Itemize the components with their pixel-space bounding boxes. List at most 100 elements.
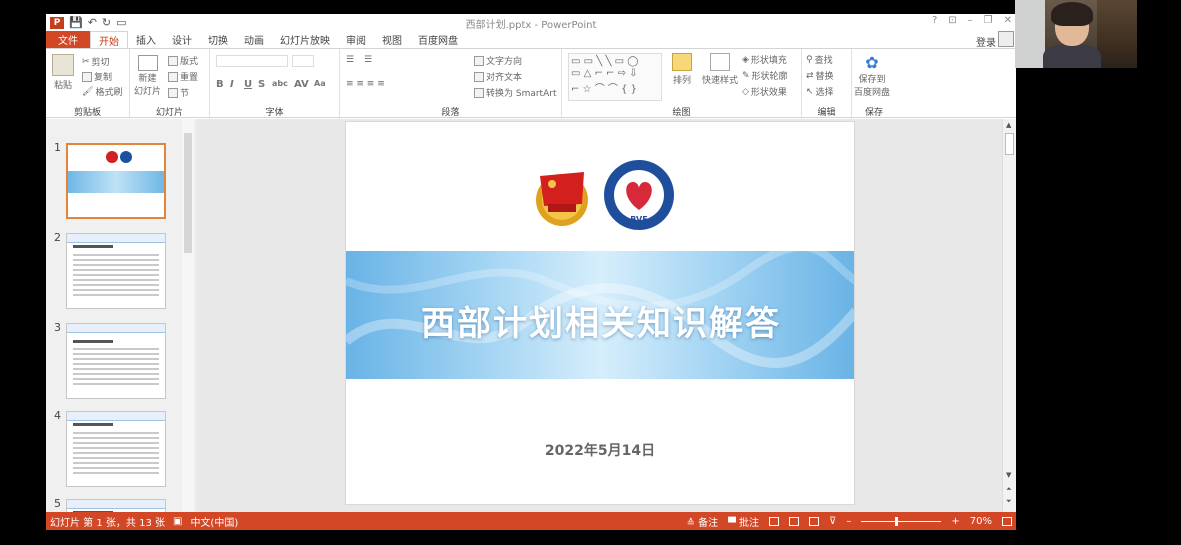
tab-design[interactable]: 设计 bbox=[164, 31, 200, 48]
shapes-gallery[interactable]: ▭ ▭ ╲ ╲ ▭ ◯ ▭ △ ⌐ ⌐ ⇨ ⇩ ⌐ ☆ ⌒ ⌒ { } bbox=[568, 53, 662, 101]
align-text-button[interactable]: 对齐文本 bbox=[474, 70, 522, 83]
fit-slide-icon[interactable] bbox=[1002, 517, 1012, 526]
window-controls: ? ⊡ – ❐ ✕ bbox=[932, 15, 1012, 26]
youth-league-logo-icon bbox=[106, 151, 118, 163]
language[interactable]: 中文(中国) bbox=[190, 514, 238, 529]
slide-thumbnail-4[interactable] bbox=[66, 411, 166, 487]
bvf-logo-icon: BVF bbox=[604, 160, 674, 230]
close-icon[interactable]: ✕ bbox=[1004, 15, 1012, 26]
shadow-button[interactable]: S bbox=[258, 79, 265, 90]
scroll-up-icon[interactable]: ▲ bbox=[1006, 121, 1011, 129]
editor-scrollbar[interactable]: ▲ ▼ ⏶ ⏷ bbox=[1002, 119, 1016, 512]
find-label: 查找 bbox=[814, 56, 833, 66]
font-name-box[interactable] bbox=[216, 55, 288, 67]
tab-file[interactable]: 文件 bbox=[46, 31, 90, 48]
format-painter-button[interactable]: 🖌 格式刷 bbox=[82, 85, 122, 99]
slide-thumbnail-1[interactable] bbox=[66, 143, 166, 219]
slideshow-icon[interactable]: ⊽ bbox=[829, 516, 836, 527]
slide-sorter-icon[interactable] bbox=[789, 517, 800, 526]
tab-home[interactable]: 开始 bbox=[90, 31, 128, 48]
undo-icon[interactable]: ↶ bbox=[88, 16, 97, 29]
tab-view[interactable]: 视图 bbox=[374, 31, 410, 48]
restore-icon[interactable]: ❐ bbox=[984, 15, 993, 26]
copy-button[interactable]: 复制 bbox=[82, 70, 112, 83]
strikethrough-button[interactable]: abc bbox=[272, 79, 288, 88]
bvf-logo-text: BVF bbox=[630, 215, 647, 224]
thumb-header bbox=[67, 324, 165, 333]
thumbnails-scrollbar[interactable] bbox=[182, 119, 194, 512]
arrange-button[interactable]: 排列 bbox=[672, 53, 692, 86]
zoom-slider-knob[interactable] bbox=[895, 517, 899, 526]
avatar[interactable] bbox=[998, 31, 1014, 47]
zoom-level[interactable]: 70% bbox=[970, 516, 992, 527]
tab-review[interactable]: 审阅 bbox=[338, 31, 374, 48]
layout-button[interactable]: 版式 bbox=[168, 54, 198, 67]
bold-button[interactable]: B bbox=[216, 79, 224, 90]
normal-view-icon[interactable] bbox=[769, 517, 780, 526]
smartart-label: 转换为 SmartArt bbox=[486, 89, 557, 99]
minimize-icon[interactable]: – bbox=[968, 15, 973, 26]
zoom-in-icon[interactable]: + bbox=[951, 516, 959, 527]
comments-button[interactable]: ▀ 批注 bbox=[728, 514, 759, 529]
prev-slide-icon[interactable]: ⏶ bbox=[1006, 485, 1012, 494]
current-slide[interactable]: BVF 西部计划相关知识解答 2022年5月14日 bbox=[345, 121, 855, 505]
replace-button[interactable]: ⇄ 替换 bbox=[806, 69, 834, 83]
shape-fill-button[interactable]: ◈ 形状填充 bbox=[742, 53, 787, 67]
arrange-icon bbox=[672, 53, 692, 71]
zoom-slider[interactable] bbox=[861, 517, 942, 526]
shape-outline-button[interactable]: ✎ 形状轮廓 bbox=[742, 69, 788, 83]
find-button[interactable]: ⚲ 查找 bbox=[806, 53, 833, 67]
new-slide-button[interactable]: 新建 幻灯片 bbox=[134, 55, 161, 97]
login-link[interactable]: 登录 bbox=[976, 34, 996, 49]
char-spacing-button[interactable]: AV bbox=[294, 79, 309, 90]
text-direction-label: 文字方向 bbox=[486, 57, 523, 67]
tab-animations[interactable]: 动画 bbox=[236, 31, 272, 48]
change-case-button[interactable]: Aa bbox=[314, 79, 326, 88]
redo-icon[interactable]: ↻ bbox=[102, 16, 111, 29]
save-to-baidu-button[interactable]: ✿ 保存到 百度网盘 bbox=[854, 53, 890, 98]
numbering-button[interactable]: ☰ bbox=[364, 55, 372, 65]
slide-thumbnail-3[interactable] bbox=[66, 323, 166, 399]
underline-button[interactable]: U bbox=[244, 79, 252, 90]
next-slide-icon[interactable]: ⏷ bbox=[1006, 497, 1012, 506]
comments-label: 批注 bbox=[739, 518, 760, 529]
tab-insert[interactable]: 插入 bbox=[128, 31, 164, 48]
slide-title[interactable]: 西部计划相关知识解答 bbox=[346, 296, 854, 345]
help-icon[interactable]: ? bbox=[932, 15, 937, 26]
webcam-person-hair bbox=[1051, 2, 1093, 26]
thumb-text-lines bbox=[73, 254, 159, 299]
tab-transitions[interactable]: 切换 bbox=[200, 31, 236, 48]
slide-date[interactable]: 2022年5月14日 bbox=[346, 440, 854, 460]
cut-button[interactable]: ✂ 剪切 bbox=[82, 55, 110, 69]
section-button[interactable]: 节 bbox=[168, 86, 189, 99]
bullets-button[interactable]: ☰ bbox=[346, 55, 354, 65]
quick-styles-icon bbox=[710, 53, 730, 71]
paste-icon bbox=[52, 54, 74, 76]
smartart-button[interactable]: 转换为 SmartArt bbox=[474, 86, 556, 99]
reset-button[interactable]: 重置 bbox=[168, 70, 198, 83]
scroll-down-icon[interactable]: ▼ bbox=[1006, 471, 1011, 479]
group-label-drawing: 绘图 bbox=[672, 108, 691, 118]
paste-button[interactable]: 粘贴 bbox=[52, 54, 74, 91]
tab-slideshow[interactable]: 幻灯片放映 bbox=[272, 31, 338, 48]
ribbon-display-icon[interactable]: ⊡ bbox=[948, 15, 956, 26]
notes-button[interactable]: ≙ 备注 bbox=[687, 514, 719, 529]
font-size-box[interactable] bbox=[292, 55, 314, 67]
align-buttons[interactable]: ≡ ≡ ≡ ≡ bbox=[346, 79, 385, 89]
tab-baidu[interactable]: 百度网盘 bbox=[410, 31, 466, 48]
text-direction-button[interactable]: 文字方向 bbox=[474, 54, 522, 67]
quick-styles-button[interactable]: 快速样式 bbox=[702, 53, 738, 86]
zoom-out-icon[interactable]: – bbox=[846, 516, 851, 527]
present-icon[interactable]: ▭ bbox=[116, 16, 126, 29]
thumb-number-2: 2 bbox=[54, 231, 61, 244]
slide-thumbnail-2[interactable] bbox=[66, 233, 166, 309]
shape-effects-button[interactable]: ◇ 形状效果 bbox=[742, 85, 787, 99]
select-button[interactable]: ↖ 选择 bbox=[806, 85, 834, 99]
spellcheck-icon[interactable]: ▣ bbox=[173, 516, 182, 527]
group-label-slides: 幻灯片 bbox=[155, 108, 183, 118]
editor-scroll-knob[interactable] bbox=[1005, 133, 1014, 155]
thumbnails-scroll-knob[interactable] bbox=[184, 133, 192, 253]
italic-button[interactable]: I bbox=[230, 79, 234, 90]
save-icon[interactable]: 💾 bbox=[69, 16, 83, 29]
reading-view-icon[interactable] bbox=[809, 517, 820, 526]
